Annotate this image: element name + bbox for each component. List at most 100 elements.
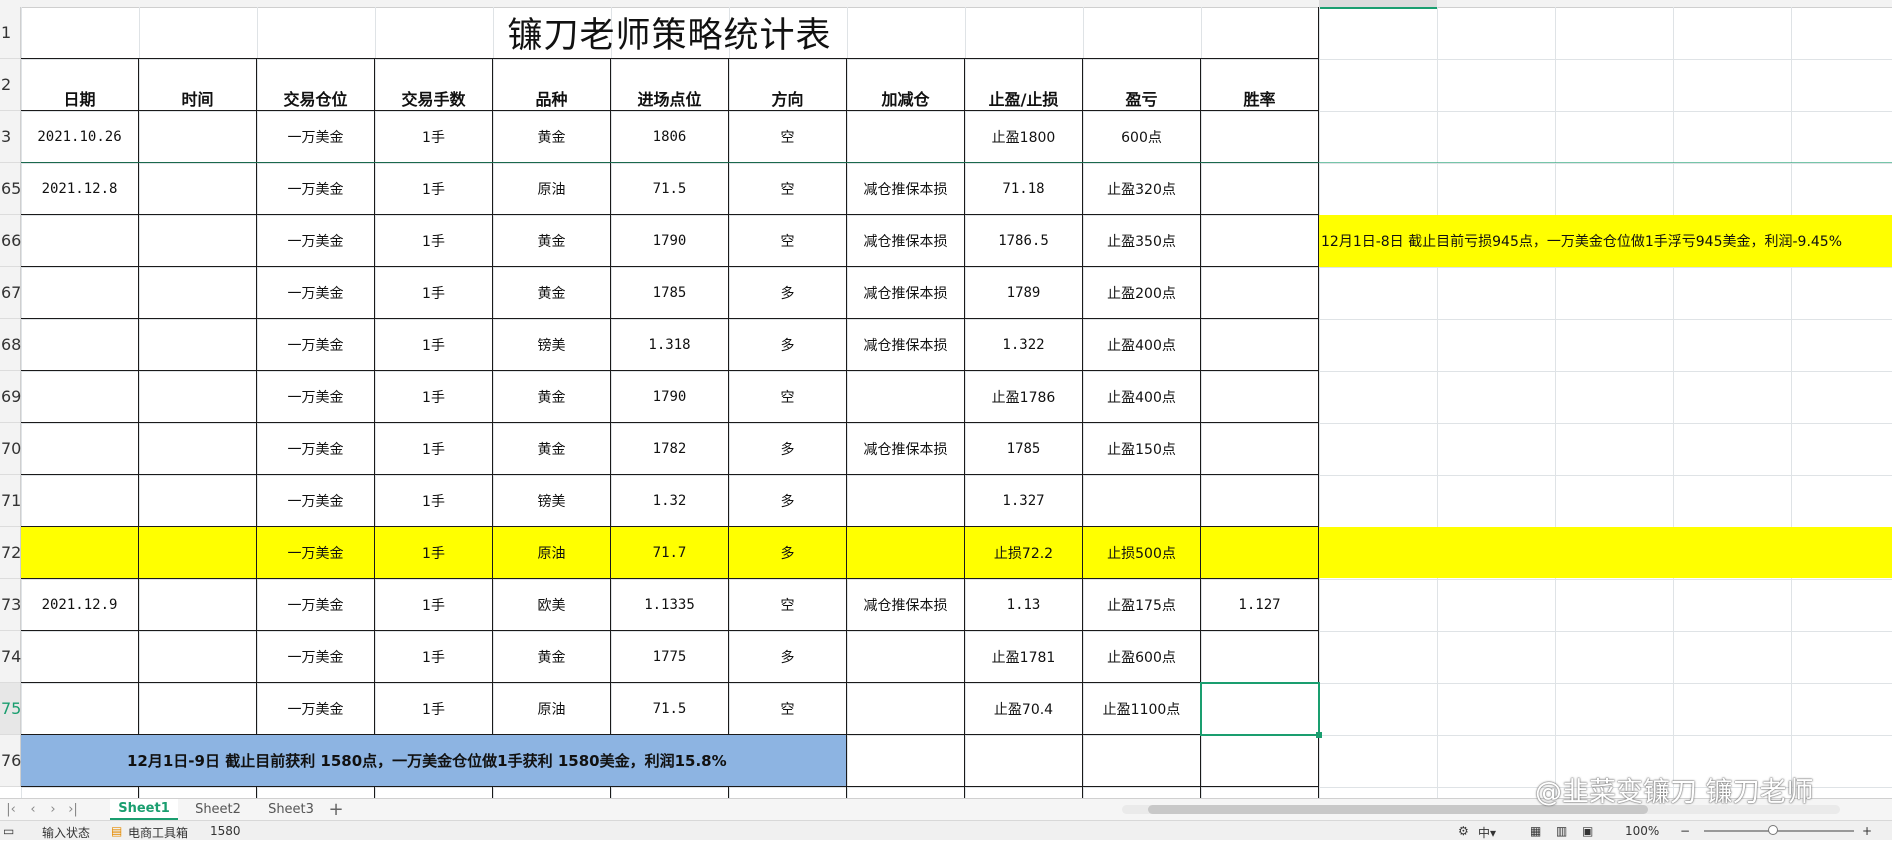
- table-cell[interactable]: 2021.10.26: [21, 111, 139, 163]
- table-cell[interactable]: 一万美金: [257, 579, 375, 631]
- table-cell[interactable]: 一万美金: [257, 631, 375, 683]
- table-cell[interactable]: 空: [729, 215, 847, 267]
- table-cell[interactable]: 71.18: [965, 163, 1083, 215]
- row-header[interactable]: 74: [0, 631, 21, 683]
- table-cell[interactable]: 1手: [375, 163, 493, 215]
- table-cell[interactable]: 一万美金: [257, 475, 375, 527]
- table-cell[interactable]: 多: [729, 423, 847, 475]
- table-cell[interactable]: 原油: [493, 527, 611, 579]
- table-cell[interactable]: [847, 527, 965, 579]
- table-cell[interactable]: 减仓推保本损: [847, 319, 965, 371]
- nav-last-icon[interactable]: ›|: [64, 800, 82, 818]
- column-header-cell[interactable]: 止盈/止损: [965, 59, 1083, 111]
- table-cell[interactable]: 1手: [375, 579, 493, 631]
- page-layout-icon[interactable]: ▥: [1556, 824, 1567, 838]
- zoom-out-button[interactable]: −: [1680, 824, 1690, 838]
- table-cell[interactable]: 1.318: [611, 319, 729, 371]
- table-cell[interactable]: [375, 787, 493, 798]
- table-cell[interactable]: 2021.12.8: [21, 163, 139, 215]
- table-cell[interactable]: 黄金: [493, 631, 611, 683]
- table-cell[interactable]: 1.127: [1201, 579, 1319, 631]
- table-cell[interactable]: 减仓推保本损: [847, 267, 965, 319]
- table-cell[interactable]: 镑美: [493, 475, 611, 527]
- table-cell[interactable]: 一万美金: [257, 215, 375, 267]
- table-cell[interactable]: [847, 475, 965, 527]
- table-cell[interactable]: 止盈600点: [1083, 631, 1201, 683]
- row-header[interactable]: 72: [0, 527, 21, 579]
- table-cell[interactable]: [1201, 215, 1319, 267]
- table-cell[interactable]: [139, 423, 257, 475]
- table-cell[interactable]: 空: [729, 371, 847, 423]
- tab-sheet1[interactable]: Sheet1: [110, 799, 178, 820]
- table-cell[interactable]: 1手: [375, 683, 493, 735]
- table-cell[interactable]: [139, 319, 257, 371]
- table-cell[interactable]: 空: [729, 579, 847, 631]
- table-cell[interactable]: 止盈400点: [1083, 371, 1201, 423]
- table-cell[interactable]: [1201, 475, 1319, 527]
- table-cell[interactable]: 1782: [611, 423, 729, 475]
- table-cell[interactable]: 71.5: [611, 163, 729, 215]
- table-cell[interactable]: 一万美金: [257, 163, 375, 215]
- table-cell[interactable]: 1789: [965, 267, 1083, 319]
- table-cell[interactable]: 多: [729, 631, 847, 683]
- table-cell[interactable]: 1786.5: [965, 215, 1083, 267]
- table-cell[interactable]: [1201, 631, 1319, 683]
- table-cell[interactable]: 空: [729, 683, 847, 735]
- column-header-cell[interactable]: 品种: [493, 59, 611, 111]
- row-header[interactable]: 69: [0, 371, 21, 423]
- table-cell[interactable]: 原油: [493, 163, 611, 215]
- column-header-cell[interactable]: 交易手数: [375, 59, 493, 111]
- table-cell[interactable]: [21, 423, 139, 475]
- table-cell[interactable]: 减仓推保本损: [847, 163, 965, 215]
- selected-cell[interactable]: [1200, 682, 1320, 736]
- table-cell[interactable]: [21, 787, 139, 798]
- table-cell[interactable]: 1手: [375, 527, 493, 579]
- table-cell[interactable]: 止盈350点: [1083, 215, 1201, 267]
- table-cell[interactable]: 1.13: [965, 579, 1083, 631]
- nav-prev-icon[interactable]: ‹: [24, 800, 42, 818]
- table-cell[interactable]: 止盈1800: [965, 111, 1083, 163]
- table-cell[interactable]: [139, 475, 257, 527]
- row-header[interactable]: 76: [0, 735, 21, 787]
- table-cell[interactable]: 1790: [611, 215, 729, 267]
- table-cell[interactable]: [139, 787, 257, 798]
- table-cell[interactable]: 减仓推保本损: [847, 579, 965, 631]
- table-cell[interactable]: 黄金: [493, 423, 611, 475]
- table-cell[interactable]: 1.327: [965, 475, 1083, 527]
- table-cell[interactable]: 600点: [1083, 111, 1201, 163]
- table-cell[interactable]: 1.1335: [611, 579, 729, 631]
- column-header-cell[interactable]: 盈亏: [1083, 59, 1201, 111]
- table-cell[interactable]: 止盈150点: [1083, 423, 1201, 475]
- table-cell[interactable]: [1201, 371, 1319, 423]
- table-cell[interactable]: [493, 787, 611, 798]
- toolbox-button[interactable]: 电商工具箱: [128, 824, 188, 841]
- column-header-cell[interactable]: 进场点位: [611, 59, 729, 111]
- table-cell[interactable]: [1201, 163, 1319, 215]
- table-cell[interactable]: [1201, 319, 1319, 371]
- table-cell[interactable]: 1.32: [611, 475, 729, 527]
- table-cell[interactable]: 1手: [375, 111, 493, 163]
- table-cell[interactable]: 1手: [375, 423, 493, 475]
- input-method-icon[interactable]: 中▾: [1478, 824, 1496, 841]
- table-cell[interactable]: 止盈70.4: [965, 683, 1083, 735]
- table-cell[interactable]: 多: [729, 475, 847, 527]
- table-cell[interactable]: 减仓推保本损: [847, 215, 965, 267]
- table-cell[interactable]: [1201, 267, 1319, 319]
- table-cell[interactable]: 黄金: [493, 215, 611, 267]
- table-cell[interactable]: [1201, 111, 1319, 163]
- table-cell[interactable]: [611, 787, 729, 798]
- fill-handle[interactable]: [1316, 732, 1322, 738]
- table-cell[interactable]: [1201, 527, 1319, 579]
- table-cell[interactable]: [139, 111, 257, 163]
- zoom-level[interactable]: 100%: [1625, 824, 1659, 838]
- table-cell[interactable]: 71.5: [611, 683, 729, 735]
- add-sheet-button[interactable]: +: [326, 799, 346, 820]
- table-cell[interactable]: 空: [729, 163, 847, 215]
- table-cell[interactable]: [847, 735, 965, 787]
- zoom-in-button[interactable]: +: [1862, 824, 1872, 838]
- table-cell[interactable]: 1775: [611, 631, 729, 683]
- table-cell[interactable]: [139, 683, 257, 735]
- table-cell[interactable]: [1201, 787, 1319, 798]
- table-cell[interactable]: [139, 163, 257, 215]
- table-cell[interactable]: 止盈200点: [1083, 267, 1201, 319]
